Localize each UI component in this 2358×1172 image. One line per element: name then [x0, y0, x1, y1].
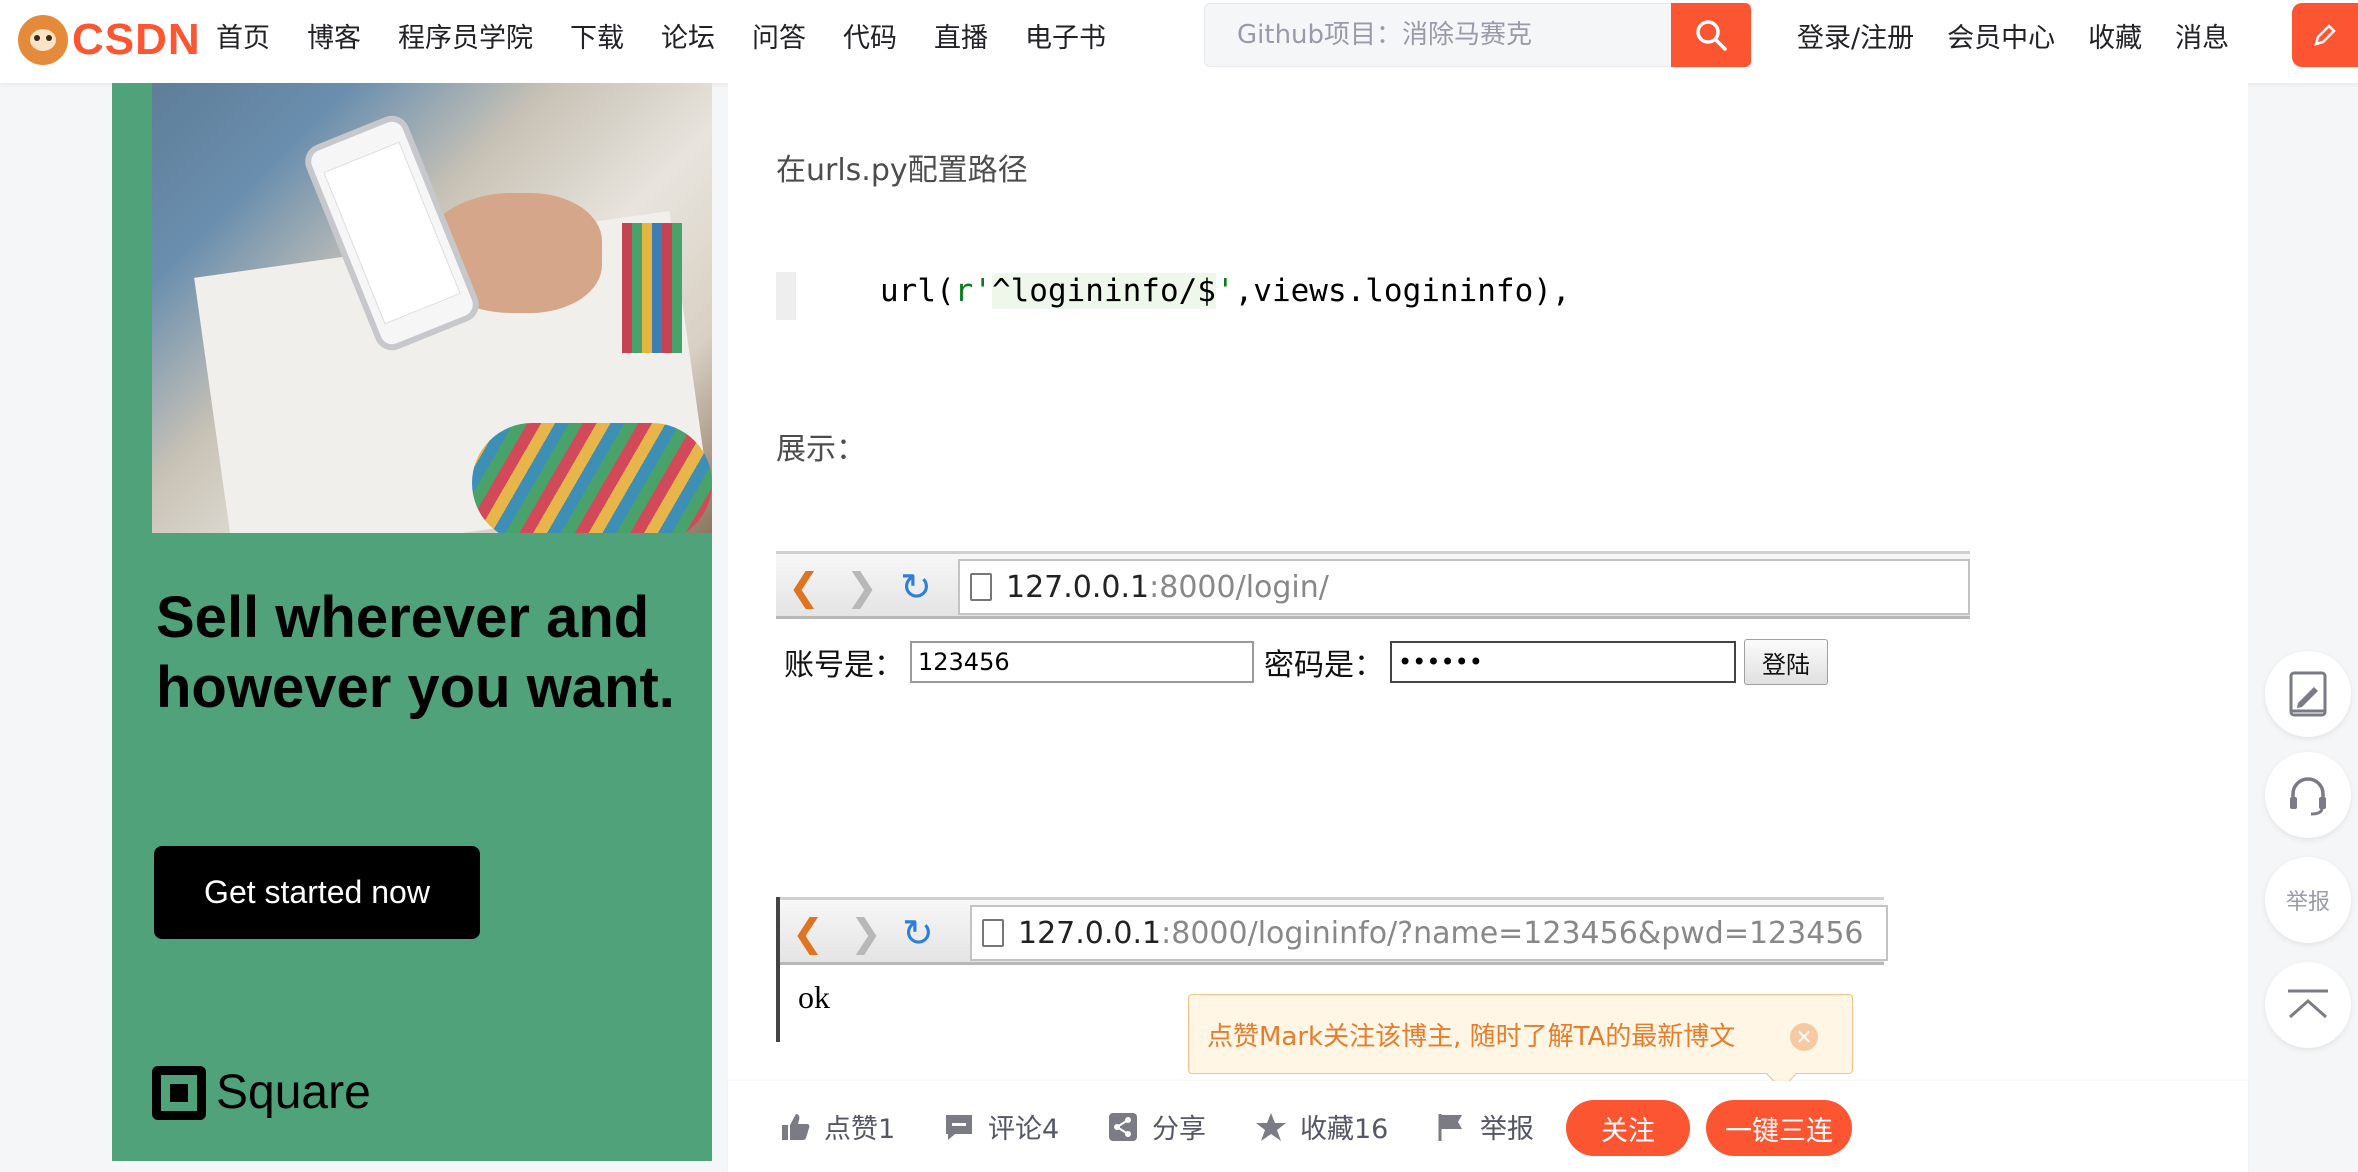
page-icon: [970, 573, 992, 601]
sidebar-report-button[interactable]: 举报: [2265, 857, 2351, 943]
code-raw-prefix: r': [954, 273, 992, 309]
back-icon: ❮: [788, 565, 820, 609]
address-bar-2: 127.0.0.1:8000/logininfo/?name=123456&pw…: [970, 905, 1888, 961]
code-quote: ': [1215, 273, 1235, 309]
code-gutter: [776, 272, 796, 320]
square-logo-icon: [152, 1065, 206, 1120]
url-host-1: 127.0.0.1: [1006, 569, 1150, 605]
address-bar-1: 127.0.0.1:8000/login/: [958, 559, 1970, 615]
notes-button[interactable]: [2265, 651, 2351, 737]
square-ad[interactable]: Sell wherever and however you want. Get …: [112, 83, 712, 1161]
account-field: [910, 641, 1254, 683]
star-icon: [1254, 1110, 1288, 1144]
write-button[interactable]: [2292, 3, 2358, 67]
headset-icon: [2290, 777, 2326, 816]
share-button[interactable]: 分享: [1106, 1107, 1206, 1146]
login-register-link[interactable]: 登录/注册: [1797, 16, 1914, 55]
user-nav: 登录/注册 会员中心 收藏 消息: [1797, 0, 2262, 70]
sidebar-report-label: 举报: [2285, 890, 2330, 915]
vip-center-link[interactable]: 会员中心: [1947, 16, 2055, 55]
code-line: url(r'^logininfo/$',views.logininfo),: [880, 273, 1571, 309]
password-field: [1390, 641, 1736, 683]
code-suffix: ,views.logininfo),: [1234, 273, 1571, 309]
reload-icon: ↻: [900, 565, 932, 609]
code-prefix: url(: [880, 273, 955, 309]
forward-icon: ❯: [850, 911, 882, 955]
reload-icon: ↻: [902, 911, 934, 955]
ad-cta-button[interactable]: Get started now: [154, 846, 480, 939]
nav-item-code[interactable]: 代码: [843, 16, 897, 55]
messages-link[interactable]: 消息: [2175, 16, 2229, 55]
response-output: ok: [798, 979, 830, 1015]
nav-item-live[interactable]: 直播: [934, 16, 988, 55]
browser-toolbar-2: ❮ ❯ ↻ 127.0.0.1:8000/logininfo/?name=123…: [780, 897, 1888, 965]
ad-brand: Square: [216, 1066, 371, 1119]
top-navbar: CSDN 首页 博客 程序员学院 下载 论坛 问答 代码 直播 电子书 登录/注…: [0, 0, 2358, 83]
report-button[interactable]: 举报: [1434, 1107, 1534, 1146]
code-block: url(r'^logininfo/$',views.logininfo),: [776, 255, 1976, 325]
nav-item-home[interactable]: 首页: [216, 16, 270, 55]
nav-item-qa[interactable]: 问答: [752, 16, 806, 55]
thumbs-up-icon: [778, 1110, 812, 1144]
display-paragraph: 展示：: [776, 432, 866, 467]
search-icon: [1696, 20, 1727, 51]
main-nav: 首页 博客 程序员学院 下载 论坛 问答 代码 直播 电子书: [216, 0, 1143, 70]
nav-item-academy[interactable]: 程序员学院: [398, 16, 533, 55]
comment-label: 评论4: [988, 1114, 1060, 1145]
favorites-link[interactable]: 收藏: [2088, 16, 2142, 55]
notebook-icon: [2289, 671, 2327, 717]
search-box: [1204, 3, 1751, 67]
comment-icon: [942, 1110, 976, 1144]
config-paragraph: 在urls.py配置路径: [776, 153, 1028, 188]
follow-tip-popup: 点赞Mark关注该博主, 随时了解TA的最新博文 ✕: [1188, 994, 1853, 1074]
nav-item-download[interactable]: 下载: [570, 16, 624, 55]
like-label: 点赞1: [824, 1114, 896, 1145]
ad-photo: [152, 83, 712, 533]
page-icon: [982, 919, 1004, 947]
flag-icon: [1434, 1110, 1468, 1144]
share-icon: [1106, 1110, 1140, 1144]
triple-action-button[interactable]: 一键三连: [1706, 1100, 1852, 1156]
login-screenshot: ❮ ❯ ↻ 127.0.0.1:8000/login/ 账号是： 密码是： 登陆: [776, 551, 1970, 701]
browser-toolbar-1: ❮ ❯ ↻ 127.0.0.1:8000/login/: [776, 551, 1970, 619]
close-icon[interactable]: ✕: [1790, 1023, 1818, 1051]
favorite-button[interactable]: 收藏16: [1254, 1107, 1388, 1146]
forward-icon: ❯: [846, 565, 878, 609]
square-logo: Square: [152, 1065, 371, 1120]
search-button[interactable]: [1671, 3, 1751, 67]
ad-photo-sleeve: [622, 223, 682, 353]
support-button[interactable]: [2265, 752, 2351, 838]
submit-button: 登陆: [1744, 639, 1828, 685]
nav-item-blog[interactable]: 博客: [307, 16, 361, 55]
url-path-2: :8000/logininfo/?name=123456&pwd=123456: [1161, 915, 1864, 951]
url-path-1: :8000/login/: [1149, 569, 1329, 605]
share-label: 分享: [1152, 1114, 1206, 1145]
back-to-top-icon: [2288, 989, 2328, 1019]
follow-button[interactable]: 关注: [1566, 1100, 1690, 1156]
ad-photo-sleeve-striped: [472, 423, 712, 533]
account-label: 账号是：: [784, 648, 904, 683]
article-toolbar: 点赞1 评论4 分享 收藏16 举报 关注 一键三连: [728, 1081, 2248, 1172]
nav-item-forum[interactable]: 论坛: [661, 16, 715, 55]
favorite-label: 收藏16: [1300, 1114, 1389, 1145]
url-host-2: 127.0.0.1: [1018, 915, 1162, 951]
monkey-logo-icon: [18, 15, 68, 65]
password-label: 密码是：: [1264, 648, 1384, 683]
ad-headline: Sell wherever and however you want.: [156, 585, 675, 720]
back-icon: ❮: [792, 911, 824, 955]
comment-button[interactable]: 评论4: [942, 1107, 1059, 1146]
back-to-top-button[interactable]: [2265, 962, 2351, 1048]
report-label: 举报: [1480, 1114, 1534, 1145]
follow-tip-text: 点赞Mark关注该博主, 随时了解TA的最新博文: [1207, 1021, 1736, 1052]
login-form: 账号是： 密码是： 登陆: [784, 639, 1828, 685]
code-pattern: ^logininfo/$: [991, 273, 1216, 309]
pen-icon: [2314, 24, 2336, 46]
search-input[interactable]: [1205, 4, 1750, 66]
like-button[interactable]: 点赞1: [778, 1107, 895, 1146]
csdn-logo[interactable]: CSDN: [18, 12, 201, 68]
logo-text: CSDN: [72, 15, 201, 64]
nav-item-ebook[interactable]: 电子书: [1025, 16, 1106, 55]
